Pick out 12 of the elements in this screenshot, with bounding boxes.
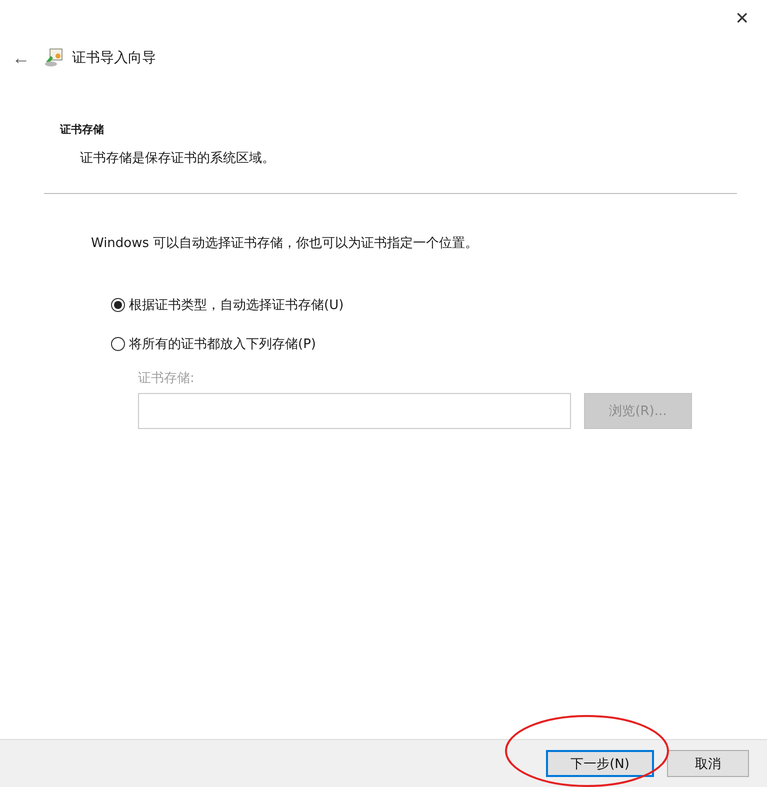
intro-text: Windows 可以自动选择证书存储，你也可以为证书指定一个位置。 (91, 235, 480, 252)
section-title: 证书存储 (60, 122, 105, 137)
section-subtitle: 证书存储是保存证书的系统区域。 (80, 150, 276, 167)
back-button[interactable]: ← (6, 48, 36, 68)
certificate-icon (44, 48, 64, 68)
radio-option[interactable]: 根据证书类型，自动选择证书存储(U) (111, 296, 767, 314)
window-title: 证书导入向导 (72, 49, 156, 67)
field-label: 证书存储: (138, 370, 196, 387)
close-button[interactable]: ✕ (731, 6, 753, 31)
radio-option[interactable]: 将所有的证书都放入下列存储(P) (111, 335, 767, 353)
footer-button[interactable]: 下一步(N) (546, 750, 654, 777)
footer-button[interactable]: 取消 (667, 750, 749, 777)
